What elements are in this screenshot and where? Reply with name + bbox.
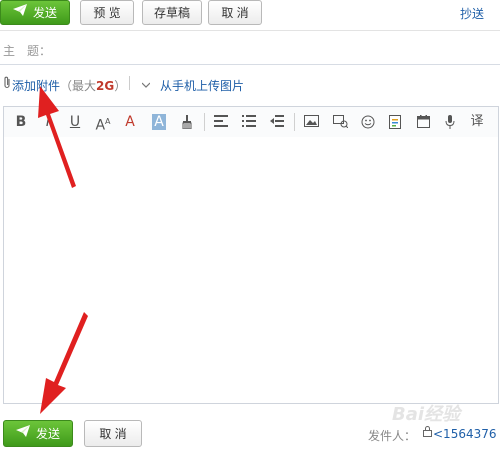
paperclip-icon (3, 76, 11, 92)
format-brush-icon[interactable] (176, 111, 198, 133)
highlight-button[interactable]: A (148, 111, 170, 133)
limit-prefix: （最大 (60, 79, 97, 93)
font-size-sup: A (105, 117, 111, 126)
sender-address-select[interactable]: <1564376 (433, 427, 497, 441)
image-icon[interactable] (300, 111, 322, 133)
toolbar-separator (204, 113, 205, 131)
font-color-button[interactable]: A (119, 111, 141, 133)
subject-label: 主 题： (3, 44, 52, 58)
font-size-button[interactable]: AA (92, 111, 114, 134)
subject-input[interactable] (60, 38, 495, 58)
top-divider (0, 30, 500, 31)
calendar-icon[interactable] (412, 111, 434, 133)
send-label: 发送 (32, 6, 57, 20)
paper-plane-icon (15, 421, 30, 446)
mobile-upload-link[interactable]: 从手机上传图片 (160, 77, 244, 94)
subject-divider (0, 64, 500, 65)
align-left-icon[interactable] (210, 111, 232, 133)
limit-value: 2G (96, 79, 115, 93)
preview-button[interactable]: 预 览 (80, 0, 134, 25)
save-draft-button[interactable]: 存草稿 (142, 0, 202, 25)
send-button-bottom[interactable]: 发送 (3, 420, 73, 447)
cancel-button-bottom[interactable]: 取 消 (84, 420, 142, 447)
add-attachment-link[interactable]: 添加附件 (12, 77, 60, 94)
bullet-list-icon[interactable] (238, 111, 260, 133)
font-size-glyph: A (95, 117, 106, 134)
outdent-icon[interactable] (266, 111, 288, 133)
limit-suffix: ） (114, 79, 127, 93)
watermark-text: Bai经验 (392, 404, 461, 425)
highlight-glyph: A (152, 114, 166, 130)
send-label: 发送 (35, 427, 60, 441)
screenshot-icon[interactable] (329, 111, 351, 133)
italic-button[interactable]: I (37, 111, 59, 133)
send-button-top[interactable]: 发送 (0, 0, 70, 25)
chevron-down-icon[interactable] (141, 77, 151, 91)
cancel-button-top[interactable]: 取 消 (208, 0, 262, 25)
cc-link[interactable]: 抄送 (460, 5, 484, 22)
sender-label: 发件人： (368, 429, 417, 443)
bold-button[interactable]: B (10, 111, 32, 133)
attachment-limit: （最大2G） (60, 77, 126, 94)
underline-button[interactable]: U (64, 111, 86, 133)
translate-button[interactable]: 译 (466, 111, 488, 133)
editor-toolbar: B I U AA A A 译 (3, 106, 499, 138)
paper-plane-icon (12, 1, 27, 24)
email-body-editor[interactable] (3, 137, 499, 404)
document-icon[interactable] (384, 111, 406, 133)
attachment-separator (129, 76, 130, 90)
lock-icon (423, 426, 432, 440)
microphone-icon[interactable] (439, 111, 461, 133)
toolbar-separator (294, 113, 295, 131)
emoji-icon[interactable] (357, 111, 379, 133)
